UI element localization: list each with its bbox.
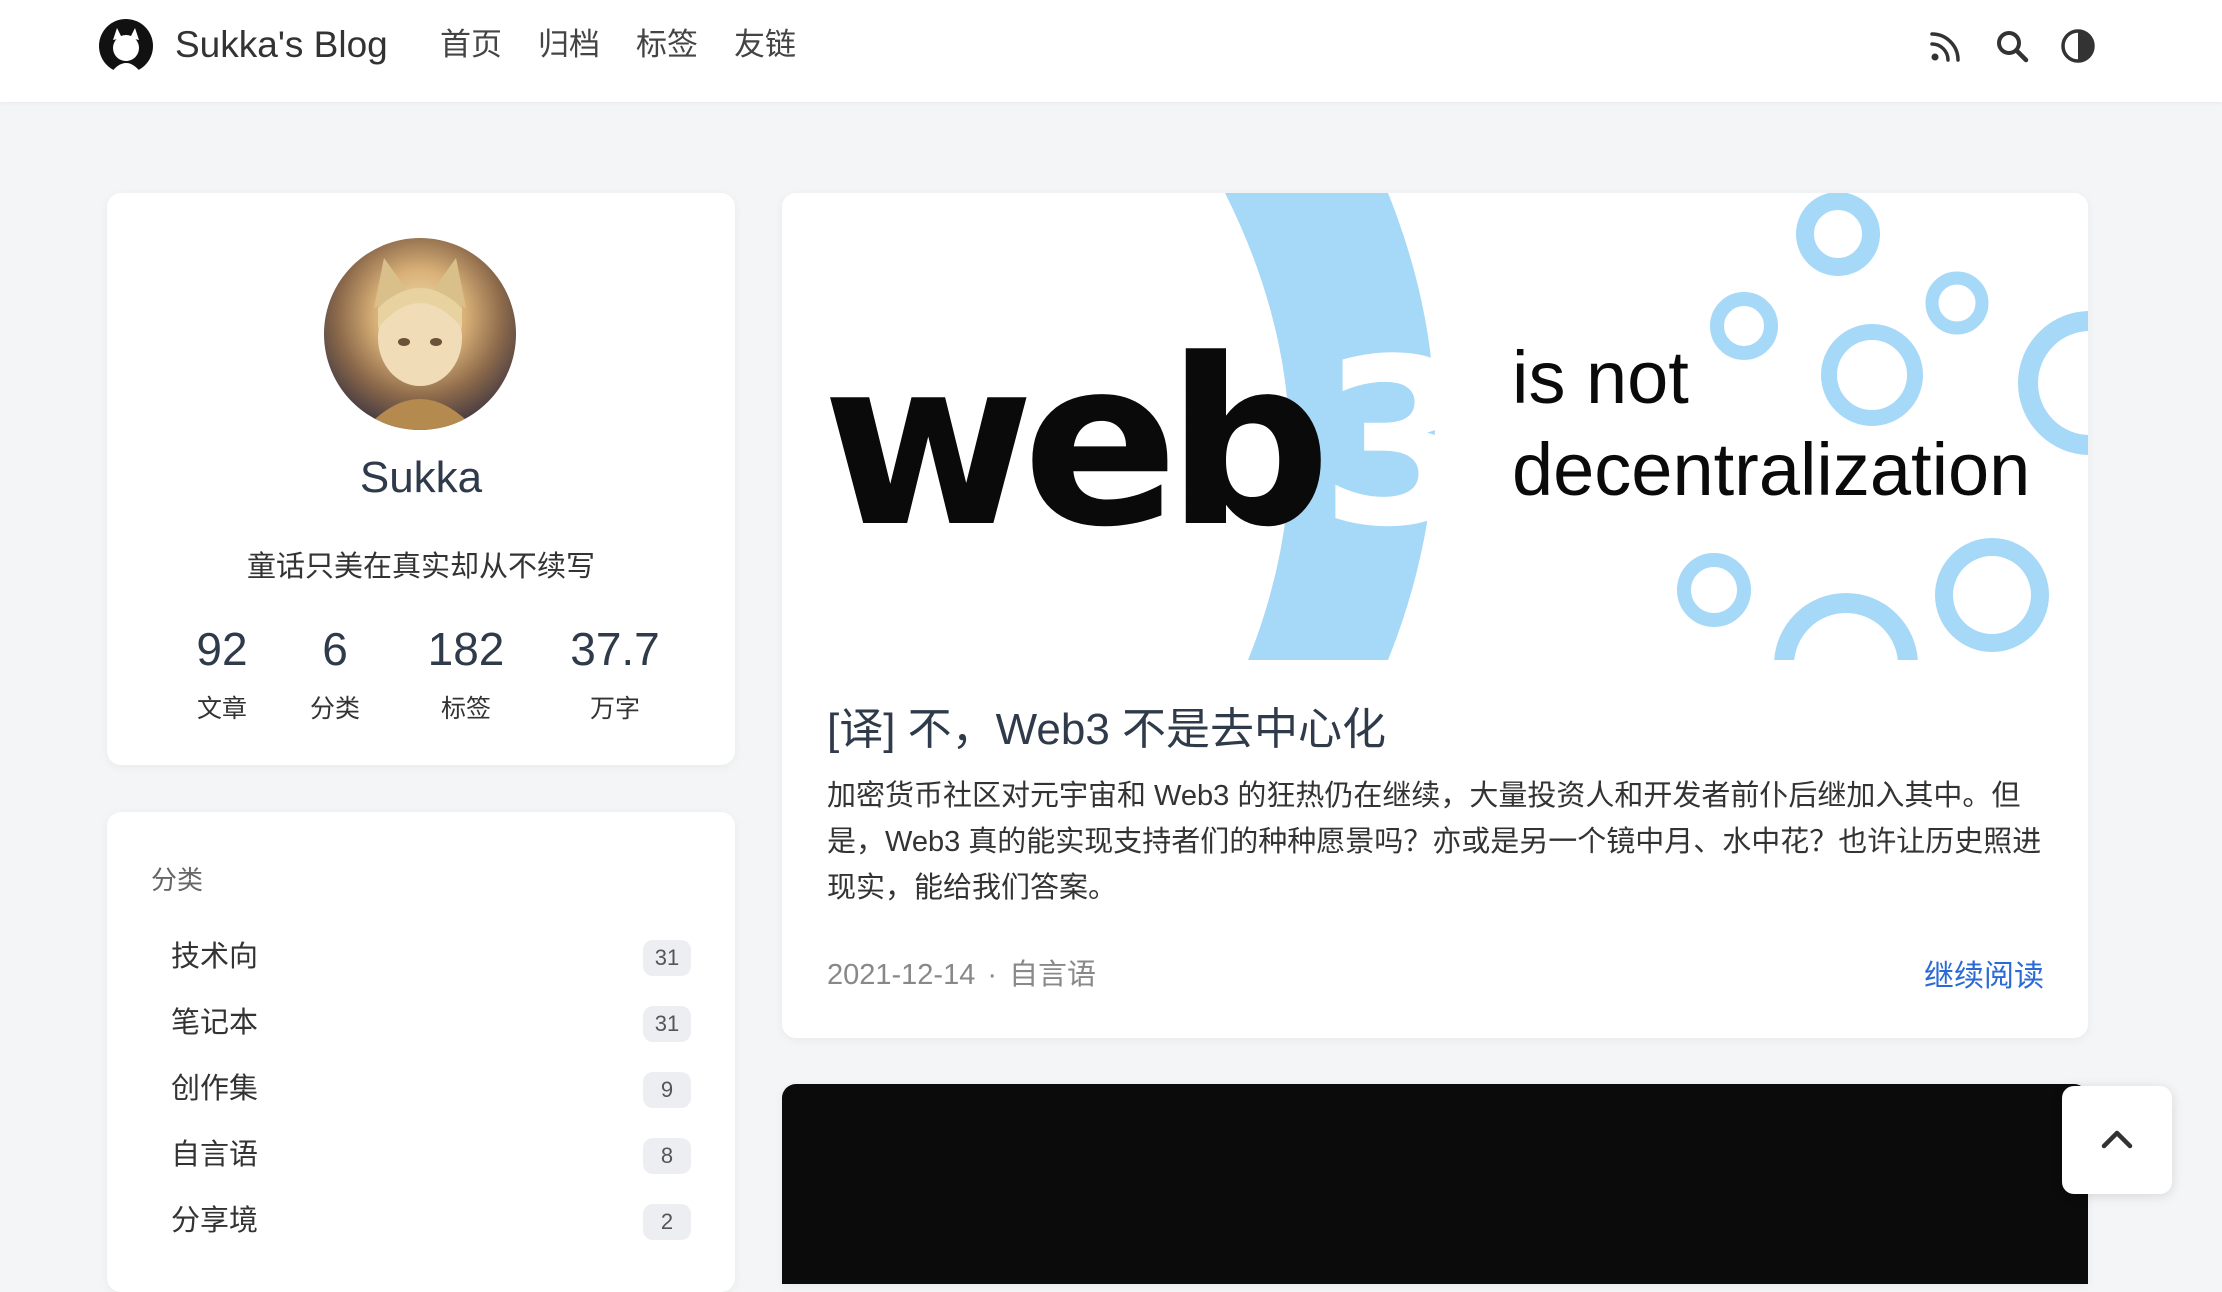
author-avatar: [324, 238, 516, 430]
post-excerpt: 加密货币社区对元宇宙和 Web3 的狂热仍在继续，大量投资人和开发者前仆后继加入…: [827, 780, 2042, 904]
category-item[interactable]: 分享境 2: [171, 1196, 691, 1246]
rss-icon[interactable]: [1928, 28, 1964, 64]
category-name: 创作集: [171, 1073, 259, 1105]
site-logo-icon[interactable]: [98, 18, 154, 74]
post-category[interactable]: 自言语: [1009, 959, 1096, 991]
category-name: 笔记本: [171, 1007, 259, 1039]
category-name: 技术向: [171, 941, 259, 973]
post-card-next-cover[interactable]: [782, 1084, 2088, 1284]
banner-3-text: 3: [1320, 311, 1480, 578]
post-cover-image[interactable]: web 3 is not decentralization: [782, 193, 2088, 737]
author-motto: 童话只美在真实却从不续写: [246, 551, 595, 583]
stat-label: 万字: [589, 695, 640, 723]
stat-number: 37.7: [570, 623, 660, 675]
stat-number: 182: [427, 623, 505, 675]
banner-line2: decentralization: [1512, 428, 2030, 511]
search-icon[interactable]: [1994, 28, 2030, 64]
chevron-up-icon: [2101, 1130, 2133, 1149]
categories-title: 分类: [151, 865, 204, 895]
categories-card: 分类 技术向 31 笔记本 31 创作集 9 自言语 8 分享境 2: [107, 812, 735, 1292]
category-item[interactable]: 笔记本 31: [171, 998, 691, 1048]
post-card: web 3 is not decentralization [译] 不，Web3…: [782, 193, 2088, 1038]
stat-label: 分类: [309, 695, 360, 723]
category-count-badge: 9: [643, 1072, 691, 1108]
stat-categories[interactable]: 6 分类: [265, 621, 405, 725]
nav-home[interactable]: 首页: [440, 24, 502, 66]
theme-toggle-icon[interactable]: [2060, 28, 2096, 64]
author-name: Sukka: [359, 453, 483, 502]
profile-card: Sukka 童话只美在真实却从不续写 92 文章 6 分类 182 标签 37.…: [107, 193, 735, 765]
category-item[interactable]: 创作集 9: [171, 1064, 691, 1114]
stat-words: 37.7 万字: [545, 621, 685, 725]
category-item[interactable]: 技术向 31: [171, 932, 691, 982]
banner-web-text: web: [822, 311, 1321, 578]
nav-tags[interactable]: 标签: [636, 24, 698, 66]
nav-archive[interactable]: 归档: [538, 24, 600, 66]
category-item[interactable]: 自言语 8: [171, 1130, 691, 1180]
post-title[interactable]: [译] 不，Web3 不是去中心化: [827, 693, 1386, 757]
top-navbar: Sukka's Blog 首页 归档 标签 友链: [0, 0, 2222, 102]
category-count-badge: 8: [643, 1138, 691, 1174]
post-date: 2021-12-14: [827, 959, 976, 991]
post-meta: 2021-12-14 · 自言语: [827, 951, 1096, 993]
category-name: 分享境: [171, 1205, 259, 1237]
banner-line1: is not: [1512, 336, 1689, 419]
nav-friends[interactable]: 友链: [734, 24, 796, 66]
category-name: 自言语: [171, 1139, 259, 1171]
category-count-badge: 31: [643, 940, 691, 976]
stat-label: 标签: [440, 695, 491, 723]
category-count-badge: 31: [643, 1006, 691, 1042]
stat-tags[interactable]: 182 标签: [396, 621, 536, 725]
meta-separator: ·: [987, 959, 998, 991]
main-nav: 首页 归档 标签 友链: [440, 24, 796, 66]
read-more-link[interactable]: 继续阅读: [1924, 951, 2044, 995]
back-to-top-button[interactable]: [2062, 1086, 2172, 1194]
site-brand[interactable]: Sukka's Blog: [175, 22, 388, 68]
stat-number: 6: [322, 623, 348, 675]
category-count-badge: 2: [643, 1204, 691, 1240]
